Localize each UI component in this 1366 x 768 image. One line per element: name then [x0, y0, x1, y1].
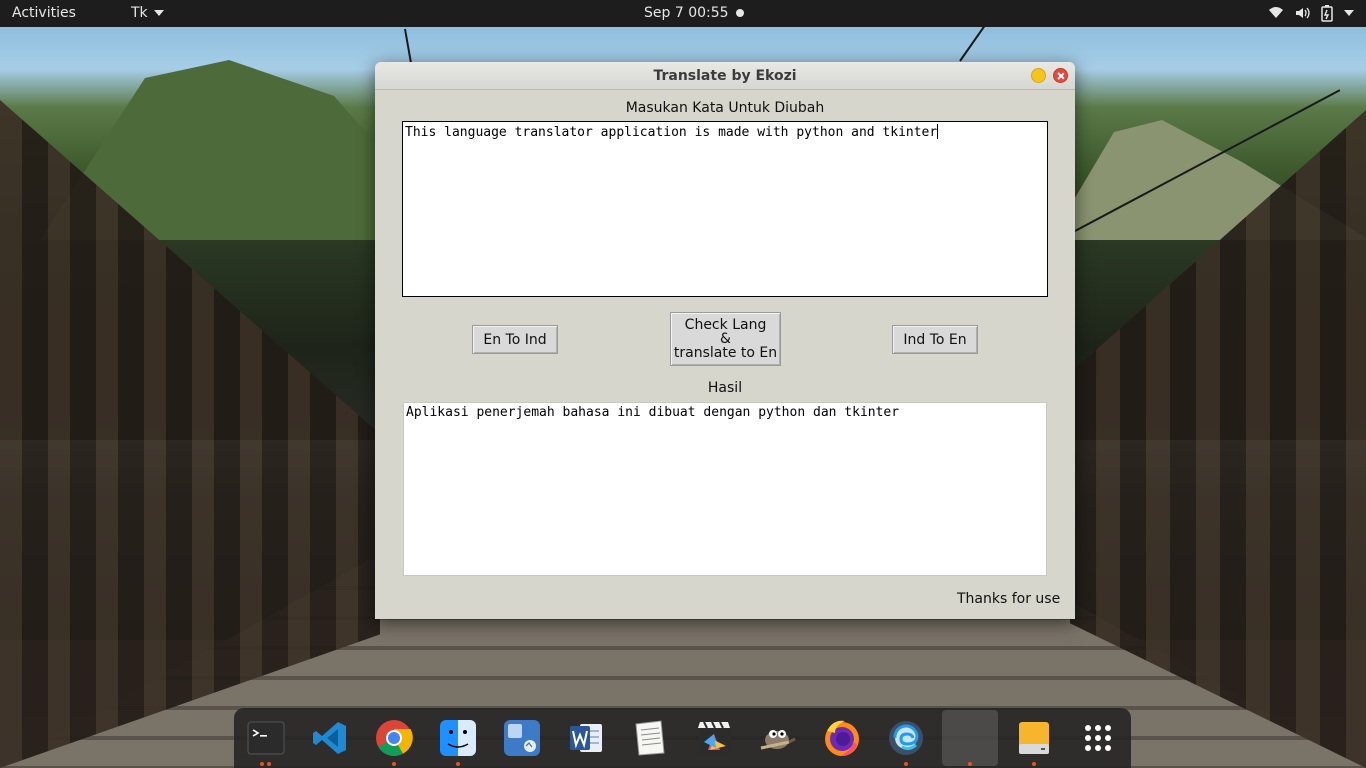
gimp-icon [760, 730, 796, 750]
dock-item-tk-window[interactable] [942, 710, 998, 766]
notification-dot-icon [736, 9, 744, 17]
running-indicator [904, 762, 908, 766]
word-icon [570, 724, 602, 752]
output-label: Hasil [707, 380, 743, 396]
input-label: Masukan Kata Untuk Diubah [625, 100, 825, 116]
check-lang-label-2: & [720, 331, 731, 347]
edge-icon [889, 721, 923, 755]
running-indicator [456, 762, 460, 766]
dock-item-vscode[interactable] [310, 718, 350, 758]
check-lang-button[interactable]: Check Lang & translate to En [670, 312, 781, 366]
running-indicator [260, 762, 264, 766]
text-editor-icon [635, 720, 665, 756]
dock-item-edge[interactable] [886, 718, 926, 758]
wifi-icon [1268, 5, 1284, 21]
check-lang-label-1: Check Lang [684, 317, 767, 333]
running-indicator [267, 762, 271, 766]
check-lang-label-3: translate to En [673, 345, 778, 361]
output-textbox[interactable]: Aplikasi penerjemah bahasa ini dibuat de… [403, 402, 1047, 576]
chevron-down-icon [1344, 10, 1354, 16]
text-cursor [937, 124, 939, 139]
dock-item-word[interactable] [566, 718, 606, 758]
clock-label: Sep 7 00:55 [644, 5, 729, 21]
output-text: Aplikasi penerjemah bahasa ini dibuat de… [406, 405, 900, 420]
firefox-icon [825, 720, 859, 756]
system-tray[interactable] [1268, 4, 1354, 22]
files-drive-icon [1019, 722, 1049, 754]
ind-to-en-button[interactable]: Ind To En [892, 325, 978, 354]
input-text: This language translator application is … [405, 125, 938, 140]
running-indicator [392, 762, 396, 766]
translator-window: Translate by Ekozi Masukan Kata Untuk Di… [375, 62, 1075, 619]
minimize-button[interactable] [1031, 68, 1046, 83]
dock [234, 708, 1131, 768]
battery-icon [1320, 4, 1334, 22]
input-textbox[interactable]: This language translator application is … [402, 121, 1048, 297]
dock-item-chrome[interactable] [374, 718, 414, 758]
dock-item-text-editor[interactable] [630, 718, 670, 758]
clock[interactable]: Sep 7 00:55 [644, 5, 729, 21]
app-menu[interactable]: Tk [131, 5, 164, 21]
dock-item-firefox[interactable] [822, 718, 862, 758]
dock-item-drive[interactable] [1014, 718, 1054, 758]
running-indicator [1032, 762, 1036, 766]
vscode-icon [313, 722, 346, 754]
activities-button[interactable]: Activities [12, 5, 76, 21]
dock-item-final-cut[interactable] [694, 718, 734, 758]
top-bar: Activities Tk Sep 7 00:55 [0, 0, 1366, 27]
footer-label: Thanks for use [957, 591, 1061, 607]
volume-icon [1294, 5, 1310, 21]
app-store-icon [504, 720, 540, 756]
dock-item-app-grid[interactable] [1078, 718, 1118, 758]
terminal-icon [247, 721, 285, 755]
chevron-down-icon [153, 10, 164, 16]
dock-item-terminal[interactable] [246, 718, 286, 758]
finder-icon [440, 720, 476, 756]
final-cut-icon [698, 721, 730, 754]
window-title: Translate by Ekozi [653, 68, 797, 84]
window-titlebar[interactable]: Translate by Ekozi [375, 62, 1075, 90]
close-button[interactable] [1053, 68, 1068, 83]
dock-item-gimp[interactable] [758, 718, 798, 758]
dock-item-finder[interactable] [438, 718, 478, 758]
chrome-icon [376, 720, 413, 757]
app-menu-label: Tk [131, 5, 148, 21]
running-indicator [968, 762, 972, 766]
dock-item-app-store[interactable] [502, 718, 542, 758]
en-to-ind-button[interactable]: En To Ind [472, 325, 558, 354]
app-grid-icon [1085, 725, 1111, 751]
